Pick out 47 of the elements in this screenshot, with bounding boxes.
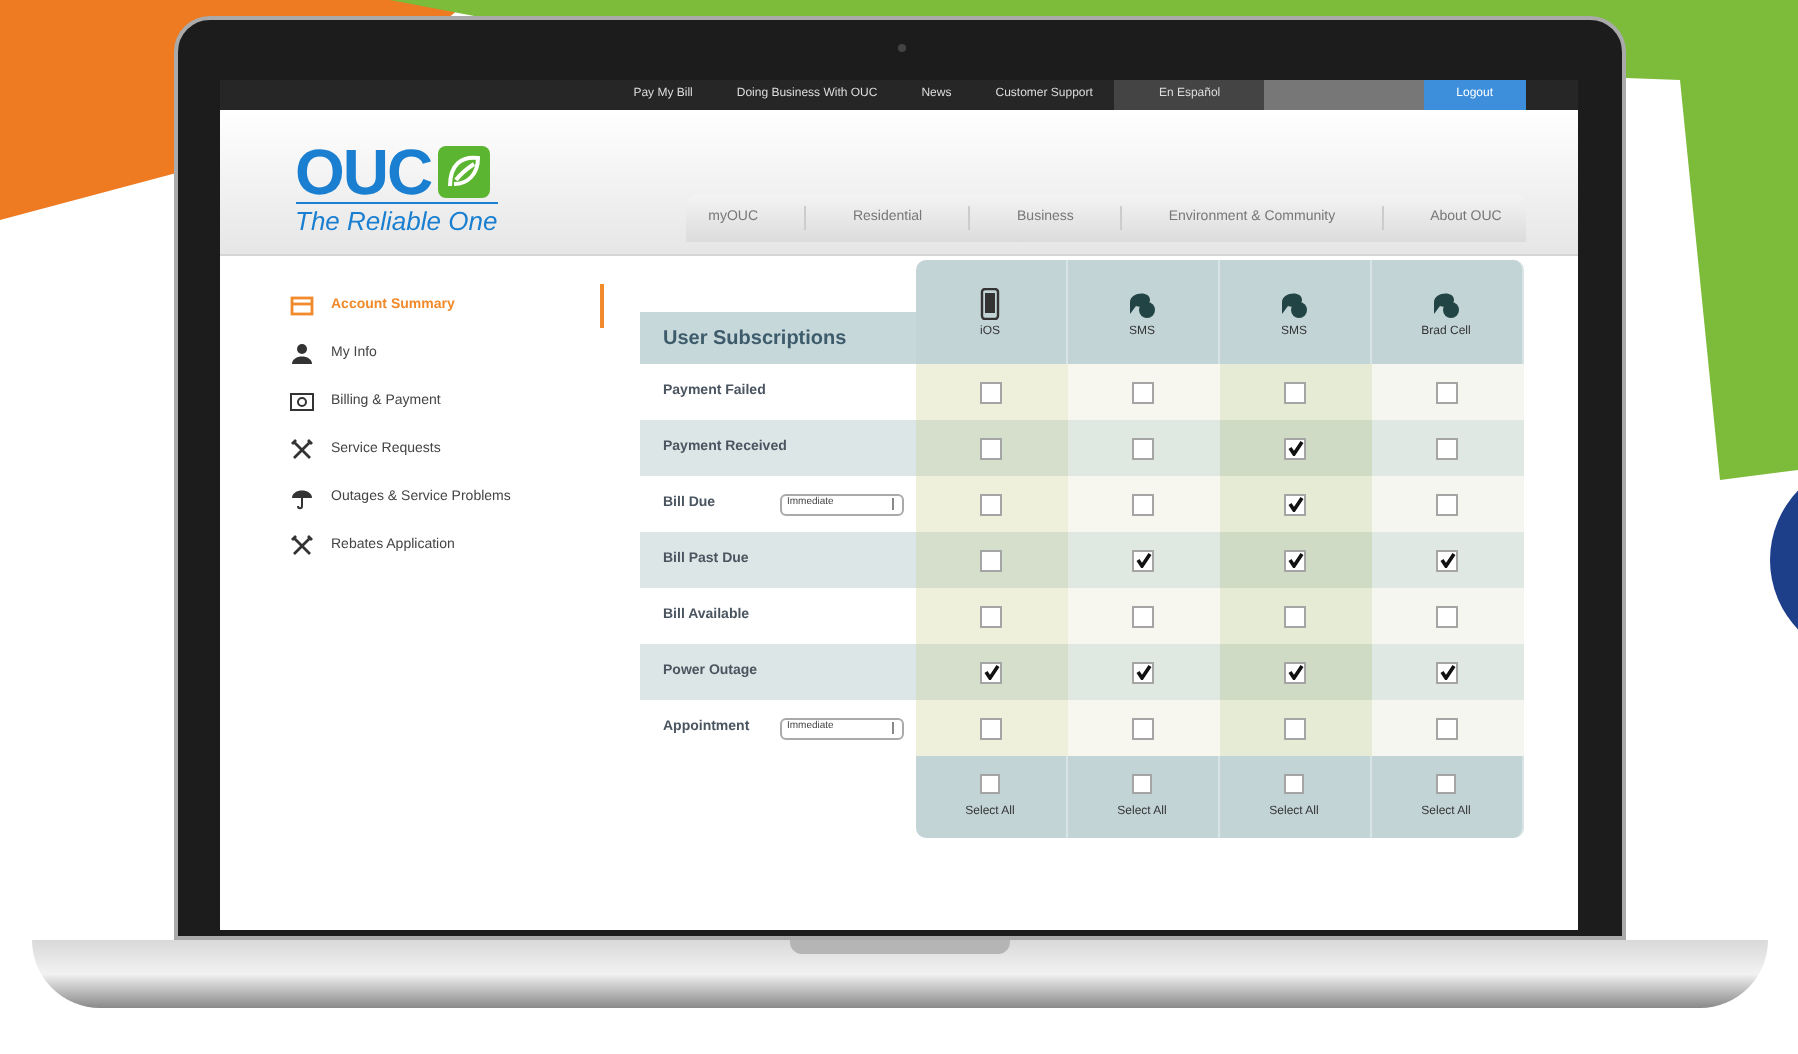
checkbox[interactable] — [980, 605, 1002, 627]
checkbox[interactable] — [1132, 437, 1154, 459]
checkbox[interactable] — [980, 381, 1002, 403]
select-all-checkbox[interactable] — [980, 773, 1000, 793]
select-all-checkbox[interactable] — [1284, 773, 1304, 793]
checkbox[interactable] — [1284, 549, 1306, 571]
chat-bubbles-icon — [1280, 287, 1308, 319]
card-icon — [289, 294, 313, 318]
checkbox[interactable] — [980, 717, 1002, 739]
table-title: User Subscriptions — [639, 312, 915, 364]
checkbox[interactable] — [980, 493, 1002, 515]
checkbox[interactable] — [1436, 549, 1458, 571]
leaf-logo-icon — [437, 146, 490, 198]
chat-bubbles-icon — [1128, 287, 1156, 319]
logo-tagline: The Reliable One — [295, 202, 498, 240]
checkbox[interactable] — [1436, 717, 1458, 739]
umbrella-icon — [289, 486, 313, 510]
checkbox[interactable] — [1284, 717, 1306, 739]
select-all-checkbox[interactable] — [1132, 773, 1152, 793]
checkbox[interactable] — [1284, 661, 1306, 683]
checkbox[interactable] — [1132, 605, 1154, 627]
bill-icon — [289, 390, 313, 414]
select-all-checkbox[interactable] — [1436, 773, 1456, 793]
person-icon — [289, 342, 313, 366]
checkbox[interactable] — [980, 549, 1002, 571]
camera-icon — [897, 44, 905, 52]
checkbox[interactable] — [1436, 493, 1458, 515]
checkbox[interactable] — [1284, 605, 1306, 627]
checkbox[interactable] — [1436, 437, 1458, 459]
checkbox[interactable] — [1436, 661, 1458, 683]
checkbox[interactable] — [1284, 493, 1306, 515]
chat-bubbles-icon — [1432, 287, 1460, 319]
checkbox[interactable] — [1436, 381, 1458, 403]
checkbox[interactable] — [1284, 437, 1306, 459]
checkbox[interactable] — [1436, 605, 1458, 627]
checkbox[interactable] — [980, 661, 1002, 683]
checkbox[interactable] — [980, 437, 1002, 459]
tools-icon — [289, 438, 313, 462]
logo-wordmark: OUC — [295, 142, 432, 202]
checkbox[interactable] — [1132, 549, 1154, 571]
checkbox[interactable] — [1132, 717, 1154, 739]
checkbox[interactable] — [1132, 661, 1154, 683]
checkbox[interactable] — [1132, 493, 1154, 515]
phone-icon — [976, 287, 1004, 319]
tools-icon — [289, 534, 313, 558]
checkbox[interactable] — [1132, 381, 1154, 403]
checkbox[interactable] — [1284, 381, 1306, 403]
